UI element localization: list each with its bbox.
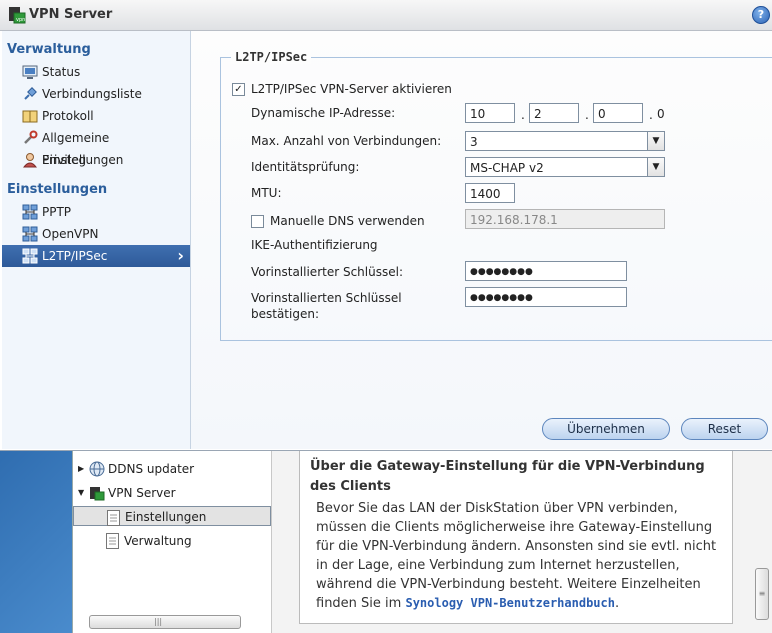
- vpn-server-window: vpn VPN Server ? Verwaltung Status Verbi…: [0, 0, 772, 451]
- tree-item-ddns[interactable]: ▶ DDNS updater: [73, 458, 271, 480]
- sidebar-item-pptp[interactable]: PPTP: [2, 201, 190, 223]
- sidebar-item-label: OpenVPN: [42, 227, 99, 241]
- psk-label: Vorinstallierter Schlüssel:: [251, 265, 403, 279]
- tree-item-vpn-server[interactable]: ▼ VPN Server: [73, 482, 271, 504]
- ip-octet-1-input[interactable]: 10: [465, 103, 515, 123]
- vertical-scrollbar[interactable]: ≡: [755, 568, 769, 620]
- expander-icon[interactable]: ▶: [78, 458, 84, 480]
- chevron-down-icon[interactable]: ▼: [647, 132, 664, 150]
- sidebar: Verwaltung Status Verbindungsliste Proto…: [2, 31, 191, 449]
- sidebar-item-label: L2TP/IPSec: [42, 249, 108, 263]
- tree-item-verwaltung[interactable]: Verwaltung: [73, 530, 271, 552]
- vpn-app-icon: vpn: [8, 6, 26, 24]
- document-icon: [107, 510, 120, 532]
- psk-confirm-label-line-1: Vorinstallierten Schlüssel: [251, 291, 402, 305]
- plug-icon: [22, 86, 38, 102]
- network-icon: [22, 204, 38, 220]
- sidebar-item-verbindungsliste[interactable]: Verbindungsliste: [2, 83, 190, 105]
- chevron-down-icon[interactable]: ▼: [647, 158, 664, 176]
- globe-icon: [89, 461, 105, 477]
- manual-dns-checkbox[interactable]: [251, 215, 264, 228]
- max-connections-label: Max. Anzahl von Verbindungen:: [251, 134, 442, 148]
- tree-item-einstellungen[interactable]: Einstellungen: [73, 506, 271, 526]
- reset-button[interactable]: Reset: [681, 418, 768, 440]
- auth-label: Identitätsprüfung:: [251, 160, 360, 174]
- ip-octet-4-value: 0: [657, 107, 665, 121]
- help-title: Über die Gateway-Einstellung für die VPN…: [310, 459, 705, 494]
- help-window: ▶ DDNS updater ▼ VPN Server Einstellunge…: [72, 440, 772, 633]
- psk-confirm-label-line-2: bestätigen:: [251, 307, 319, 321]
- sidebar-item-label: Verbindungsliste: [42, 87, 142, 101]
- network-icon: [22, 226, 38, 242]
- book-icon: [22, 108, 38, 124]
- select-value: 3: [470, 135, 478, 149]
- enable-l2tp-checkbox[interactable]: ✓: [232, 83, 245, 96]
- dynamic-ip-label: Dynamische IP-Adresse:: [251, 106, 396, 120]
- sidebar-item-privileg[interactable]: Privileg: [2, 149, 190, 171]
- chevron-right-icon: ›: [177, 246, 184, 265]
- help-content: Über die Gateway-Einstellung für die VPN…: [299, 450, 733, 624]
- section-verwaltung: Verwaltung: [7, 42, 91, 57]
- horizontal-scrollbar[interactable]: |||: [89, 615, 241, 629]
- select-value: MS-CHAP v2: [470, 161, 544, 175]
- sidebar-item-label: Status: [42, 65, 81, 79]
- wrench-icon: [22, 130, 38, 146]
- tree-item-label: Einstellungen: [125, 510, 207, 524]
- link-suffix: .: [614, 596, 620, 611]
- psk-confirm-input[interactable]: ●●●●●●●●: [465, 287, 627, 307]
- fieldset-legend: L2TP/IPSec: [231, 50, 312, 64]
- user-guide-link[interactable]: Synology VPN-Benutzerhandbuch: [405, 596, 615, 610]
- manual-dns-label: Manuelle DNS verwenden: [270, 214, 425, 228]
- ike-auth-label: IKE-Authentifizierung: [251, 238, 378, 252]
- sidebar-item-allgemeine-einstellungen[interactable]: Allgemeine Einstellungen: [2, 127, 190, 167]
- svg-text:vpn: vpn: [16, 17, 25, 23]
- max-connections-select[interactable]: 3 ▼: [465, 131, 665, 151]
- tree-item-label: Verwaltung: [124, 534, 192, 548]
- vpn-app-icon: [89, 485, 105, 501]
- ip-dot: .: [521, 108, 525, 122]
- help-tree: ▶ DDNS updater ▼ VPN Server Einstellunge…: [73, 440, 272, 633]
- ip-octet-2-input[interactable]: 2: [529, 103, 579, 123]
- help-body-text: Bevor Sie das LAN der DiskStation über V…: [316, 501, 717, 611]
- network-icon: [22, 248, 38, 264]
- settings-panel: L2TP/IPSec ✓ L2TP/IPSec VPN-Server aktiv…: [191, 31, 772, 449]
- enable-l2tp-label: L2TP/IPSec VPN-Server aktivieren: [251, 82, 452, 96]
- help-icon[interactable]: ?: [752, 6, 770, 24]
- sidebar-item-label: PPTP: [42, 205, 72, 219]
- sidebar-item-label: Protokoll: [42, 109, 94, 123]
- tree-item-label: VPN Server: [108, 486, 176, 500]
- tree-item-label: DDNS updater: [108, 462, 195, 476]
- auth-select[interactable]: MS-CHAP v2 ▼: [465, 157, 665, 177]
- mtu-input[interactable]: 1400: [465, 183, 515, 203]
- user-icon: [22, 152, 38, 168]
- ip-octet-3-input[interactable]: 0: [593, 103, 643, 123]
- psk-input[interactable]: ●●●●●●●●: [465, 261, 627, 281]
- title-bar[interactable]: vpn VPN Server ?: [0, 0, 772, 31]
- sidebar-item-protokoll[interactable]: Protokoll: [2, 105, 190, 127]
- ip-dot: .: [585, 108, 589, 122]
- mtu-label: MTU:: [251, 186, 282, 200]
- sidebar-item-openvpn[interactable]: OpenVPN: [2, 223, 190, 245]
- sidebar-item-label: Privileg: [42, 153, 87, 167]
- expander-icon[interactable]: ▼: [78, 482, 84, 504]
- dns-input[interactable]: 192.168.178.1: [465, 209, 665, 229]
- sidebar-item-l2tp-ipsec[interactable]: L2TP/IPSec ›: [2, 245, 190, 267]
- apply-button[interactable]: Übernehmen: [542, 418, 670, 440]
- window-title: VPN Server: [29, 7, 113, 22]
- help-body: Bevor Sie das LAN der DiskStation über V…: [316, 499, 724, 613]
- monitor-icon: [22, 64, 38, 80]
- sidebar-item-status[interactable]: Status: [2, 61, 190, 83]
- scroll-grip: |||: [154, 617, 163, 626]
- section-einstellungen: Einstellungen: [7, 182, 108, 197]
- document-icon: [106, 533, 119, 556]
- ip-dot: .: [649, 108, 653, 122]
